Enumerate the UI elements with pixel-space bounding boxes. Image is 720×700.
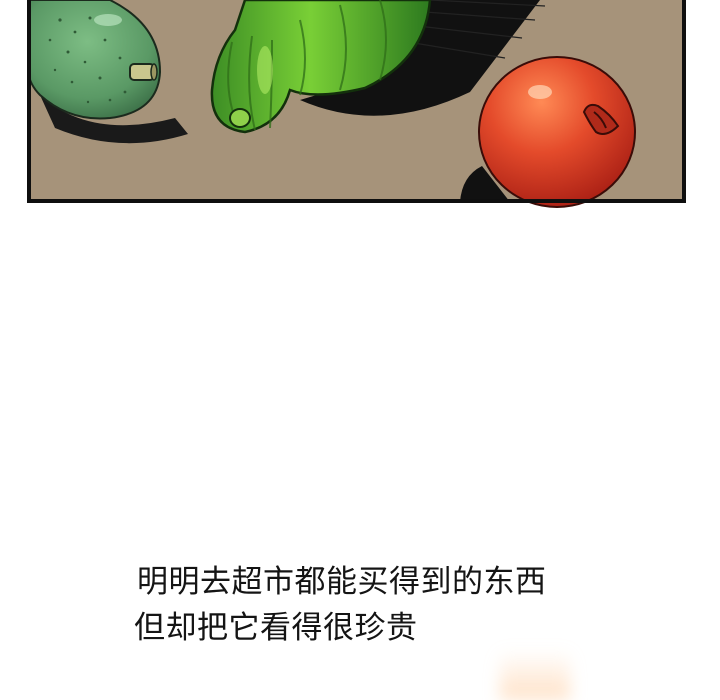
caption-line-2: 但却把它看得很珍贵 xyxy=(134,610,418,646)
comic-panel xyxy=(27,0,686,208)
caption-line-1: 明明去超市都能买得到的东西 xyxy=(137,564,547,600)
vegetable-highlight xyxy=(257,46,273,94)
avocado-highlight xyxy=(94,14,122,26)
caption: 明明去超市都能买得到的东西 但却把它看得很珍贵 xyxy=(0,558,720,658)
vegetable-tip xyxy=(229,108,251,128)
warm-glow xyxy=(500,650,570,700)
tomato-highlight xyxy=(528,85,552,99)
comic-page: 明明去超市都能买得到的东西 但却把它看得很珍贵 xyxy=(0,0,720,700)
faded-text-smear xyxy=(440,611,720,641)
avocado-stem xyxy=(129,63,158,81)
